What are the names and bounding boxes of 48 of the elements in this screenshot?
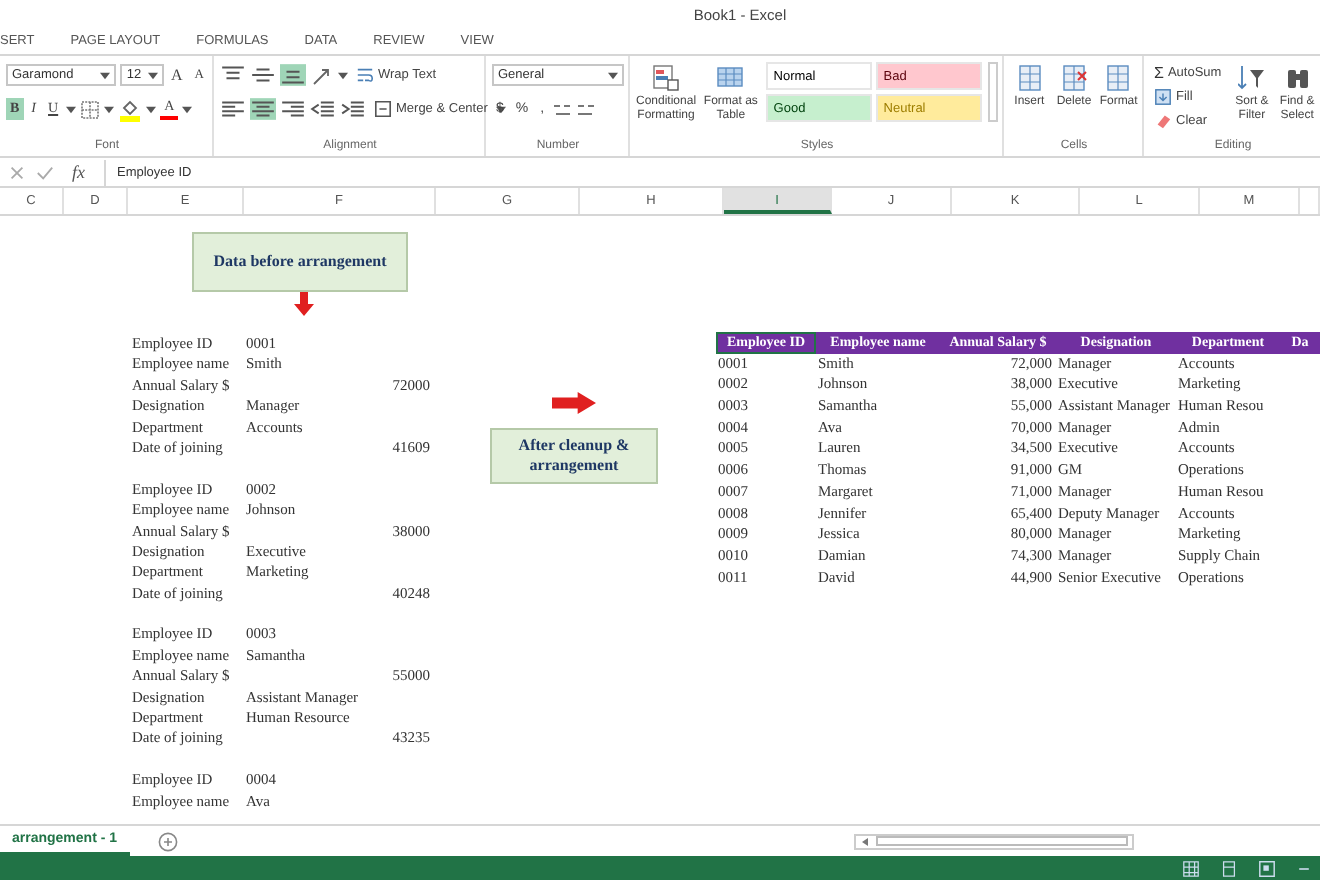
font-size-button[interactable]: A [167, 64, 187, 86]
cells-icon [1059, 64, 1088, 92]
callout-box: Data before arrangement [192, 232, 408, 292]
caret-icon [66, 105, 77, 113]
insert-function-button[interactable]: fx [64, 162, 93, 182]
add-sheet-icon[interactable] [157, 831, 178, 851]
caret-icon [100, 71, 111, 79]
cells-icon [1015, 64, 1044, 92]
caret-icon [608, 71, 618, 79]
scroll-left-icon[interactable] [859, 835, 872, 847]
horizontal-scrollbar[interactable] [853, 833, 1134, 849]
merge-icon [374, 100, 392, 118]
page-layout-icon[interactable] [1220, 859, 1238, 877]
align-icon[interactable] [280, 64, 306, 86]
caret-icon [338, 71, 348, 79]
borders-icon[interactable] [80, 99, 101, 119]
sort-filter-icon [1237, 64, 1266, 92]
page-break-icon[interactable] [1258, 859, 1276, 877]
align-icon[interactable] [280, 98, 306, 120]
align-icon[interactable] [250, 98, 276, 120]
align-icon[interactable] [220, 98, 246, 120]
fill-down-icon [1154, 88, 1172, 106]
caret-icon [495, 105, 506, 113]
caret-icon [146, 105, 157, 113]
increase-decimal-icon[interactable] [552, 99, 573, 119]
text-orientation-icon[interactable] [310, 65, 334, 85]
decrease-decimal-icon[interactable] [576, 99, 597, 119]
callout-box: After cleanup & arrangement [490, 428, 658, 484]
align-icon[interactable] [340, 98, 366, 120]
right-arrow-icon [552, 392, 596, 414]
align-icon[interactable] [310, 98, 336, 120]
down-arrow-icon [292, 292, 316, 316]
conditional-formatting-icon [652, 64, 681, 92]
normal-view-icon[interactable] [1182, 859, 1200, 877]
cancel-icon[interactable] [8, 163, 26, 181]
binoculars-icon [1283, 64, 1312, 92]
wrap-text-icon [356, 66, 374, 84]
caret-icon [104, 105, 115, 113]
cells-icon [1104, 64, 1133, 92]
caret-icon [147, 71, 158, 79]
caret-icon [182, 105, 193, 113]
eraser-icon [1154, 112, 1172, 130]
fill-color-icon[interactable] [118, 97, 143, 121]
table-icon [716, 64, 745, 92]
align-icon[interactable] [250, 64, 276, 86]
gallery-scrollbar[interactable] [987, 62, 998, 122]
check-icon[interactable] [36, 163, 54, 181]
scrollbar-thumb[interactable] [875, 836, 1128, 846]
